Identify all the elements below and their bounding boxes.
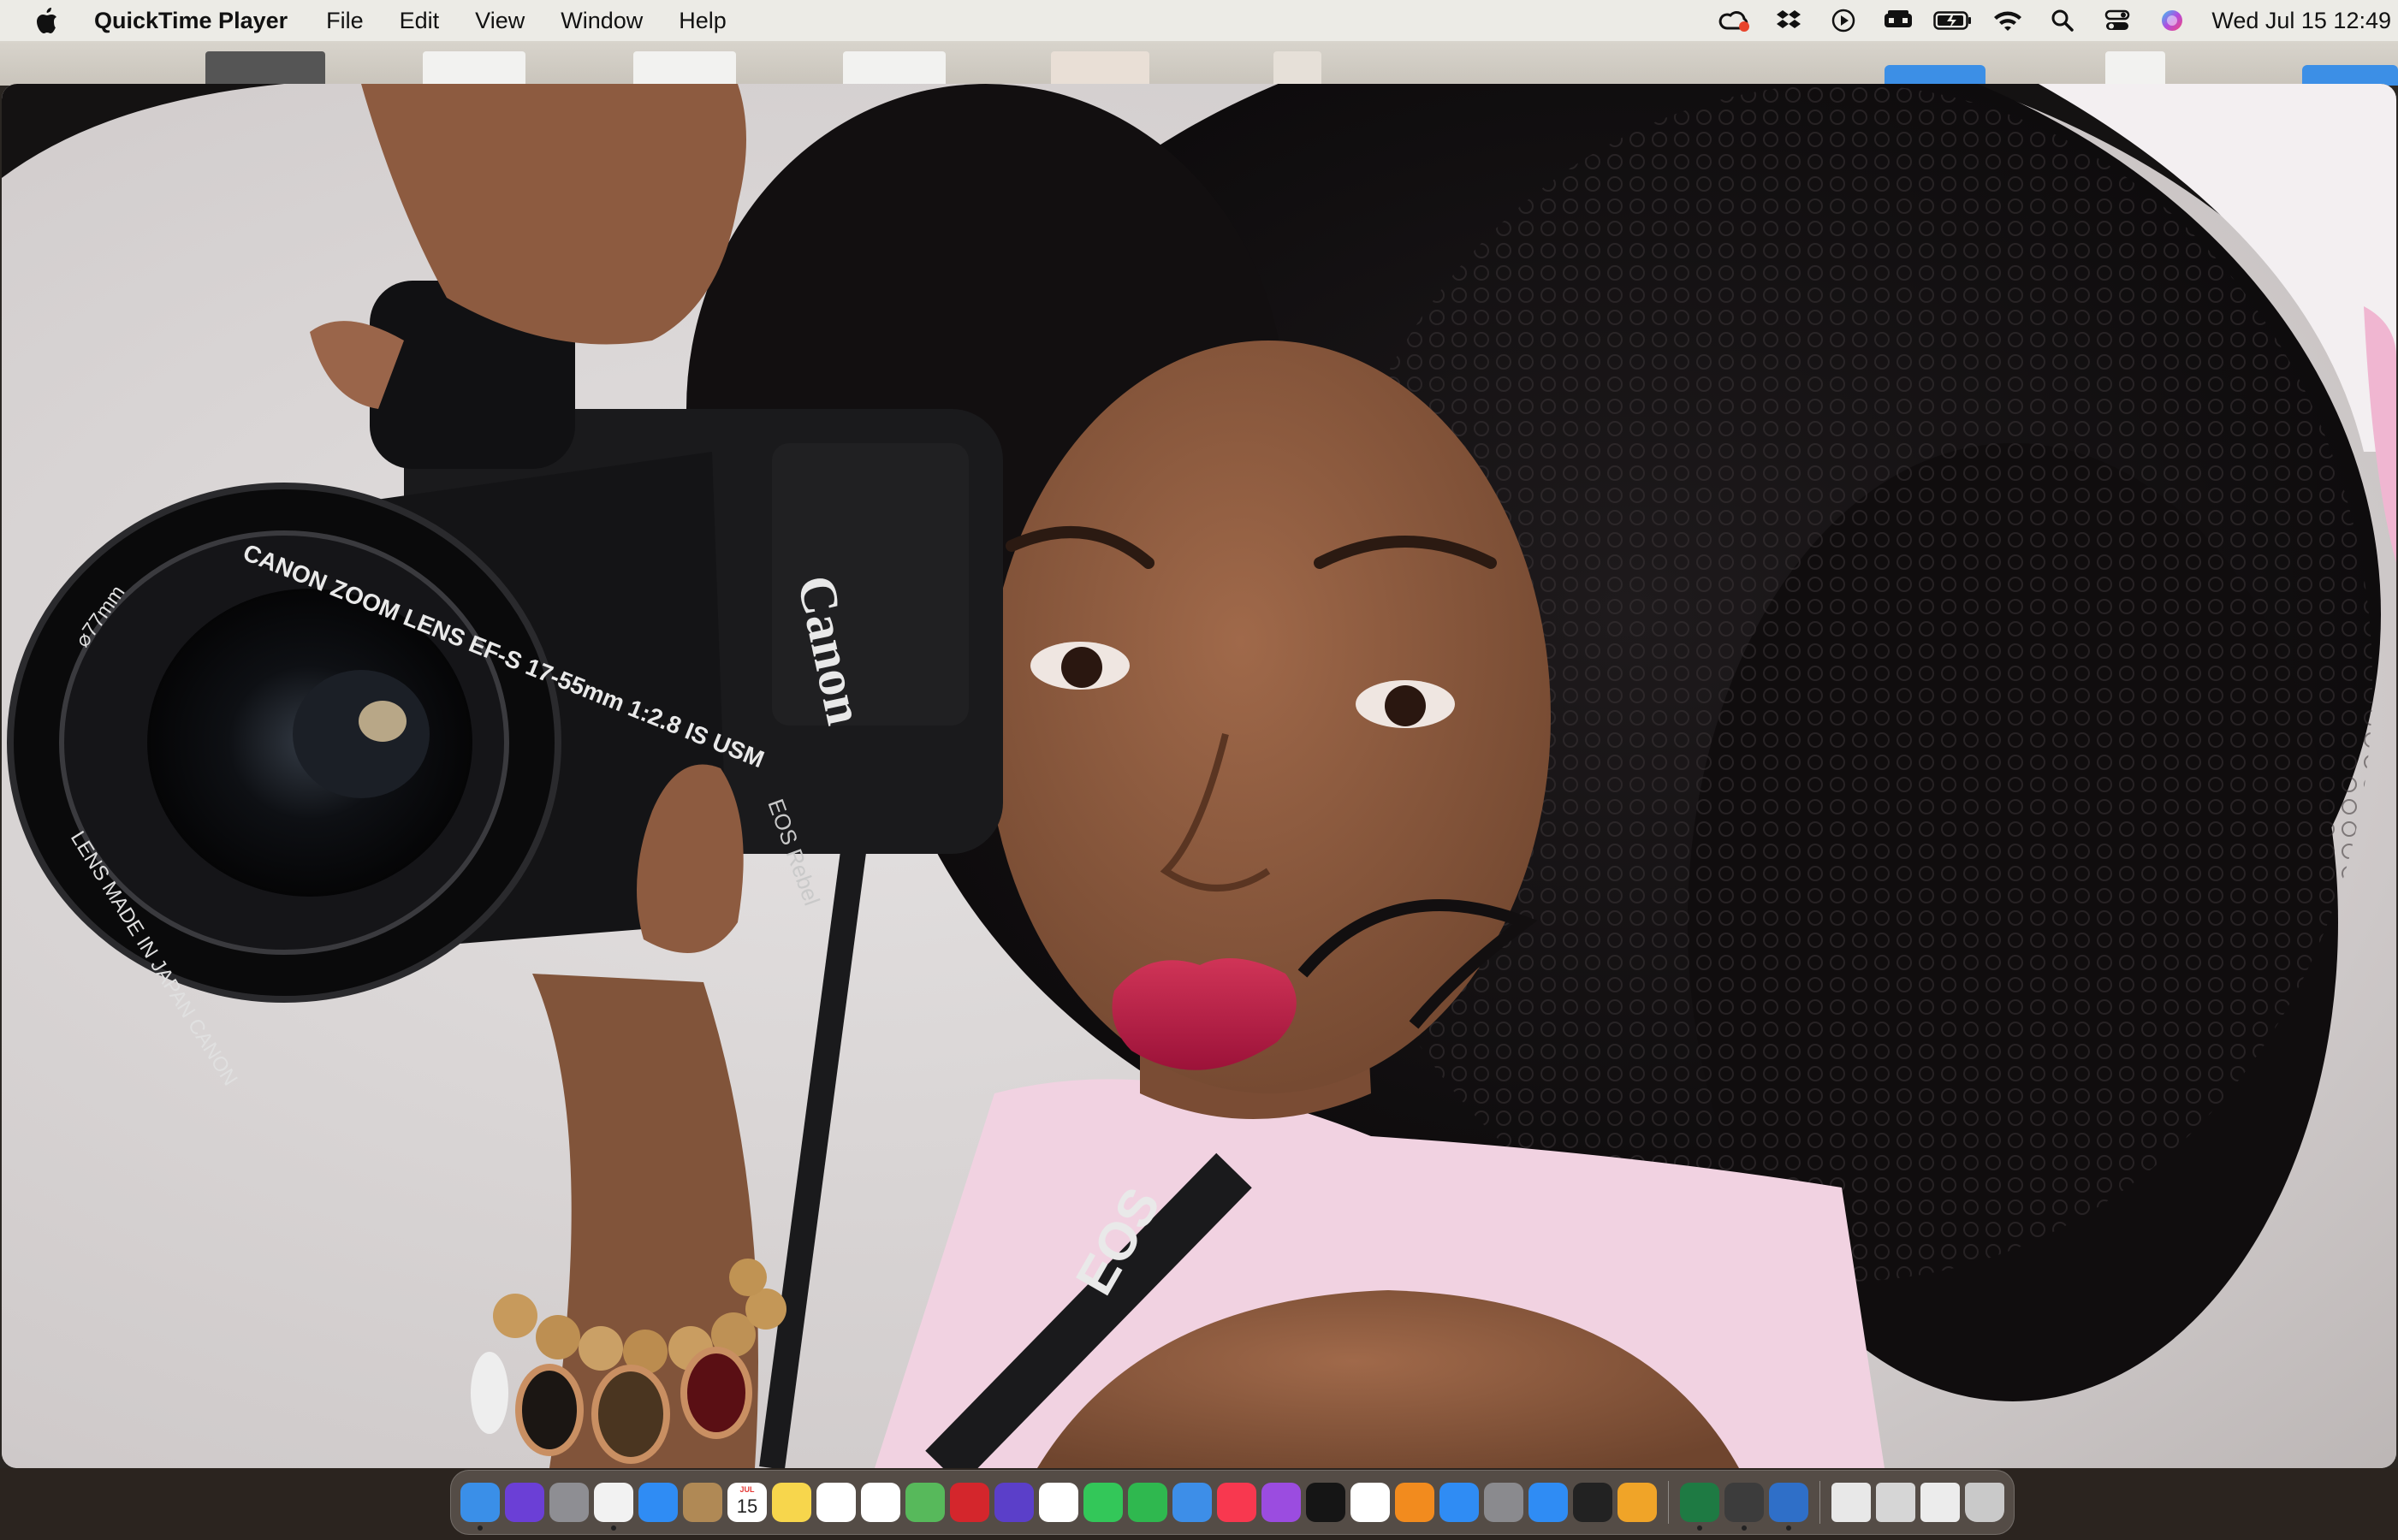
calendar-month: JUL <box>739 1485 755 1494</box>
menu-app-name[interactable]: QuickTime Player <box>94 0 308 41</box>
menu-bar-clock[interactable]: Wed Jul 15 12:49 <box>2211 8 2391 34</box>
chrome-icon[interactable] <box>594 1483 633 1531</box>
contacts-icon[interactable] <box>683 1483 722 1522</box>
menu-window[interactable]: Window <box>543 0 661 41</box>
left-iris <box>1061 647 1102 688</box>
control-center-icon[interactable] <box>2090 0 2145 41</box>
calendar-day: 15 <box>736 1496 758 1517</box>
siri-icon[interactable] <box>505 1483 544 1522</box>
menu-bar-extras: Wed Jul 15 12:49 <box>1706 0 2398 41</box>
garageband-icon[interactable] <box>1573 1483 1612 1522</box>
video-frame[interactable]: EOS Canon EOS Rebel CANON ZOOM LENS EF-S… <box>2 84 2396 1468</box>
photo-booth-icon[interactable] <box>950 1483 989 1522</box>
desktop-background <box>0 41 2398 86</box>
desktop-file-thumbnail[interactable] <box>843 51 946 86</box>
weather-icon[interactable] <box>1172 1483 1212 1522</box>
desktop-folder-icon[interactable] <box>2302 65 2398 86</box>
menu-bar-app-icon[interactable] <box>1871 0 1926 41</box>
quicktime-player-icon[interactable] <box>1769 1483 1808 1531</box>
running-indicator <box>611 1525 616 1531</box>
podcasts-icon[interactable] <box>1261 1483 1301 1522</box>
davinci-resolve-icon[interactable] <box>1724 1483 1764 1531</box>
wifi-icon[interactable] <box>1980 0 2035 41</box>
dock-separator <box>1668 1481 1669 1524</box>
menu-file[interactable]: File <box>308 0 382 41</box>
menu-edit[interactable]: Edit <box>382 0 458 41</box>
desktop-document-icon[interactable] <box>2105 51 2165 86</box>
mail-icon[interactable] <box>638 1483 678 1522</box>
desktop-file-thumbnail[interactable] <box>1051 51 1149 86</box>
running-indicator <box>478 1525 483 1531</box>
desktop-folder-icon[interactable] <box>1885 65 1985 86</box>
running-indicator <box>1742 1525 1747 1531</box>
desktop-file-thumbnail[interactable] <box>205 51 325 86</box>
photos-icon[interactable] <box>1039 1483 1078 1522</box>
siri-icon[interactable] <box>2145 0 2199 41</box>
music-icon[interactable] <box>1217 1483 1256 1522</box>
maps-icon[interactable] <box>905 1483 945 1522</box>
quicktime-video-window[interactable]: EOS Canon EOS Rebel CANON ZOOM LENS EF-S… <box>2 84 2396 1468</box>
desktop-file-thumbnail[interactable] <box>1273 51 1321 86</box>
apple-logo-icon <box>37 8 56 33</box>
calendar-icon[interactable]: JUL 15 <box>727 1483 767 1522</box>
menu-bar: QuickTime Player File Edit View Window H… <box>0 0 2398 41</box>
messages-icon[interactable] <box>1083 1483 1123 1522</box>
app-store-icon[interactable] <box>1439 1483 1479 1522</box>
right-iris <box>1385 685 1426 726</box>
books-icon[interactable] <box>1395 1483 1434 1522</box>
facetime-icon[interactable] <box>1128 1483 1167 1522</box>
news-icon[interactable] <box>1350 1483 1390 1522</box>
launchpad-icon[interactable] <box>549 1483 589 1522</box>
dock-separator <box>1819 1481 1820 1524</box>
creative-cloud-icon[interactable] <box>1706 0 1761 41</box>
excel-icon[interactable] <box>1680 1483 1719 1531</box>
spotlight-search-icon[interactable] <box>2035 0 2090 41</box>
battery-icon[interactable] <box>1926 0 1980 41</box>
screenshots-stack-icon[interactable] <box>1920 1483 1960 1522</box>
safari-icon[interactable] <box>1528 1483 1568 1522</box>
downloads-stack-icon[interactable] <box>1876 1483 1915 1522</box>
apple-tv-icon[interactable] <box>1306 1483 1345 1522</box>
notes-icon[interactable] <box>772 1483 811 1522</box>
menu-bar-left: QuickTime Player File Edit View Window H… <box>0 0 745 41</box>
fl-studio-icon[interactable] <box>1617 1483 1657 1522</box>
menu-help[interactable]: Help <box>661 0 745 41</box>
finder-icon[interactable] <box>460 1483 500 1531</box>
apple-menu[interactable] <box>0 8 94 33</box>
menu-view[interactable]: View <box>457 0 543 41</box>
running-indicator <box>1786 1525 1791 1531</box>
running-indicator <box>1697 1525 1702 1531</box>
reminders-icon[interactable] <box>861 1483 900 1522</box>
documents-stack-icon[interactable] <box>1831 1483 1871 1522</box>
system-settings-icon[interactable] <box>1484 1483 1523 1522</box>
trash-icon[interactable] <box>1965 1483 2004 1522</box>
desktop-file-thumbnail[interactable] <box>633 51 736 86</box>
imovie-icon[interactable] <box>994 1483 1034 1522</box>
dock: JUL 15 <box>450 1470 2015 1535</box>
freeform-icon[interactable] <box>816 1483 856 1522</box>
desktop-file-thumbnail[interactable] <box>423 51 525 86</box>
media-play-icon[interactable] <box>1816 0 1871 41</box>
dropbox-icon[interactable] <box>1761 0 1816 41</box>
